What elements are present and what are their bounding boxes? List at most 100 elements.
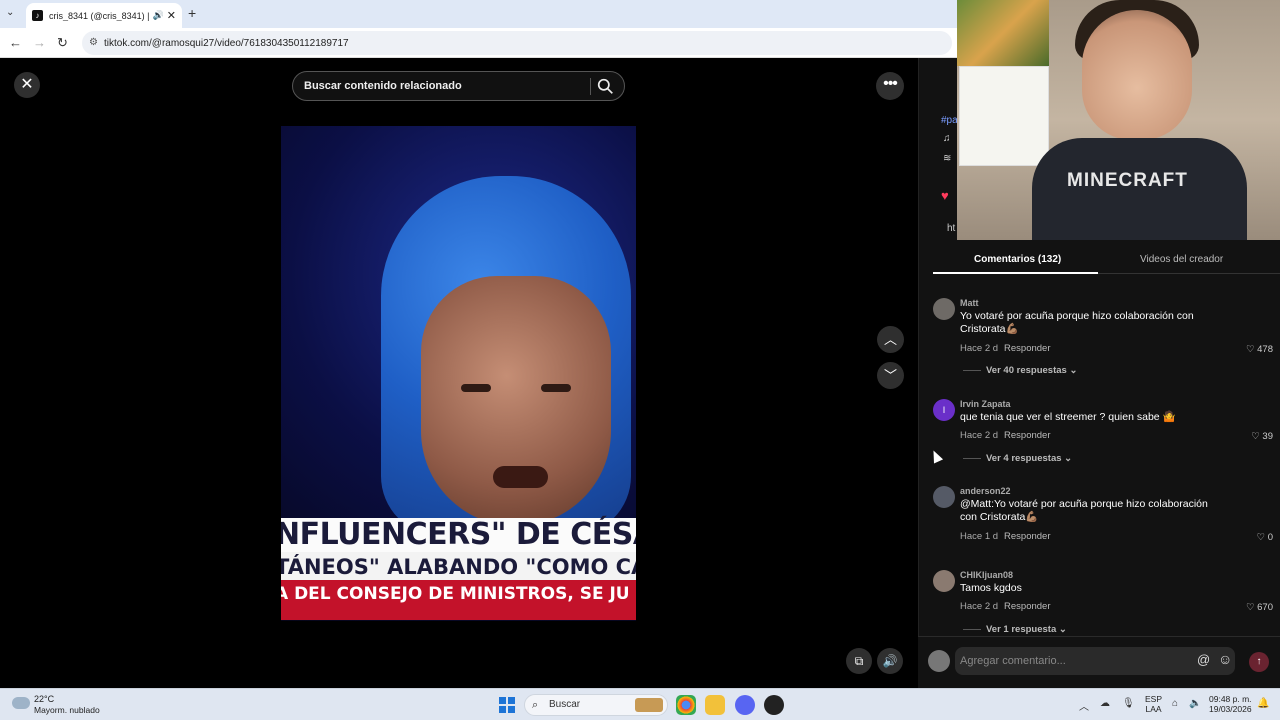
clock-date: 19/03/2026 — [1209, 704, 1252, 714]
heart-icon[interactable]: ♥ — [941, 188, 949, 203]
search-icon: ⌕ — [532, 699, 539, 711]
taskbar-search-label: Buscar — [549, 699, 581, 710]
like-count: 478 — [1257, 344, 1273, 355]
reply-button[interactable]: Responder — [1004, 430, 1050, 441]
comment-user[interactable]: anderson22 — [960, 486, 1011, 496]
avatar[interactable] — [933, 570, 955, 592]
back-icon[interactable]: ← — [9, 35, 22, 50]
next-video-icon[interactable]: ﹀ — [877, 362, 904, 389]
heart-outline-icon: ♡ — [1251, 431, 1260, 442]
url-field[interactable]: ⚙ tiktok.com/@ramosqui27/video/761830435… — [82, 31, 952, 55]
webcam-head — [1082, 10, 1192, 140]
search-divider — [590, 78, 591, 95]
tab-creator-videos[interactable]: Videos del creador — [1140, 254, 1223, 265]
discord-app-icon[interactable] — [735, 695, 755, 715]
avatar[interactable] — [933, 298, 955, 320]
tab-audio-icon[interactable]: 🔊 — [153, 10, 164, 21]
windows-taskbar: 22°C Mayorm. nublado ⌕ Buscar ︿ ☁ 🎙 ESP L… — [0, 688, 1280, 720]
comment-item: anderson22 @Matt:Yo votaré por acuña por… — [933, 486, 1273, 546]
mention-icon[interactable]: @ — [1197, 652, 1210, 667]
site-info-icon[interactable]: ⚙ — [89, 37, 98, 48]
hashtag-link[interactable]: #pa — [941, 115, 958, 126]
more-options-icon[interactable]: ••• — [876, 72, 904, 100]
like-button[interactable]: ♡ 478 — [1246, 344, 1273, 355]
close-icon[interactable]: ✕ — [14, 72, 40, 98]
weather-temperature[interactable]: 22°C — [34, 694, 54, 704]
notification-icon[interactable]: 🔔 — [1257, 698, 1269, 709]
taskbar-search[interactable]: ⌕ Buscar — [524, 694, 668, 716]
related-search-input[interactable]: Buscar contenido relacionado — [292, 71, 625, 101]
comment-user[interactable]: Matt — [960, 298, 979, 308]
file-explorer-icon[interactable] — [705, 695, 725, 715]
webcam-poster — [957, 0, 1049, 66]
view-replies-label: Ver 4 respuestas — [986, 453, 1062, 464]
avatar[interactable]: I — [933, 399, 955, 421]
reload-icon[interactable]: ↻ — [57, 35, 68, 51]
show-hidden-icons-icon[interactable]: ︿ — [1079, 698, 1089, 713]
url-text: tiktok.com/@ramosqui27/video/76183043501… — [104, 37, 349, 49]
forward-icon[interactable]: → — [33, 35, 46, 50]
search-icon[interactable] — [597, 78, 614, 95]
send-icon[interactable]: ↑ — [1249, 652, 1269, 672]
video-player[interactable]: NFLUENCERS" DE CÉSAR A TÁNEOS" ALABANDO … — [281, 126, 636, 688]
webcam-shirt-text: MINECRAFT — [1067, 170, 1188, 191]
comment-user[interactable]: CHIKIjuan08 — [960, 570, 1013, 580]
lang-line-1: ESP — [1145, 694, 1163, 704]
chevron-down-icon: ⌄ — [1058, 624, 1067, 635]
clock[interactable]: 09:48 p. m. 19/03/2026 — [1209, 694, 1252, 714]
comment-user[interactable]: Irvin Zapata — [960, 399, 1011, 409]
avatar[interactable] — [933, 486, 955, 508]
view-replies-button[interactable]: Ver 1 respuesta ⌄ — [963, 624, 1067, 635]
reply-button[interactable]: Responder — [1004, 601, 1050, 612]
network-app-icon[interactable]: ☁ — [1100, 698, 1110, 709]
weather-condition[interactable]: Mayorm. nublado — [34, 705, 100, 715]
speaker-icon[interactable]: 🔈 — [1189, 698, 1201, 709]
volume-icon[interactable]: 🔊 — [877, 648, 903, 674]
comment-item: I Irvin Zapata que tenia que ver el stre… — [933, 399, 1273, 469]
comment-input[interactable]: Agregar comentario... — [955, 647, 1235, 675]
link-partial[interactable]: ht — [947, 223, 955, 234]
new-tab-icon[interactable]: + — [188, 5, 196, 21]
video-caption-line-1: NFLUENCERS" DE CÉSAR A — [281, 517, 636, 552]
wifi-icon[interactable]: ⌂ — [1172, 698, 1178, 709]
chevron-down-icon: ⌄ — [1064, 453, 1073, 464]
comment-time: Hace 2 d — [960, 430, 999, 441]
related-search-placeholder: Buscar contenido relacionado — [304, 80, 462, 92]
webcam-calendar — [959, 66, 1049, 166]
comment-meta: Hace 1 d Responder — [960, 531, 1051, 542]
comment-text: Yo votaré por acuña porque hizo colabora… — [960, 310, 1194, 335]
replies-line — [963, 628, 981, 630]
chrome-app-icon[interactable] — [676, 695, 696, 715]
emoji-icon[interactable]: ☺ — [1218, 651, 1232, 667]
browser-tab[interactable]: ♪ cris_8341 (@cris_8341) | Tik 🔊 ✕ — [26, 3, 182, 28]
music-icon: ♫ — [943, 133, 951, 144]
weather-cloud-icon[interactable] — [12, 697, 30, 709]
view-replies-button[interactable]: Ver 4 respuestas ⌄ — [963, 453, 1072, 464]
reply-button[interactable]: Responder — [1004, 531, 1050, 542]
effect-icon: ≋ — [943, 153, 952, 164]
microphone-icon[interactable]: 🎙 — [1122, 698, 1135, 709]
like-count: 39 — [1262, 431, 1273, 442]
like-button[interactable]: ♡ 670 — [1246, 602, 1273, 613]
tab-comments[interactable]: Comentarios (132) — [974, 254, 1061, 265]
tiktok-favicon-icon: ♪ — [32, 10, 43, 21]
replies-line — [963, 369, 981, 371]
comment-time: Hace 2 d — [960, 601, 999, 612]
comment-time: Hace 1 d — [960, 531, 999, 542]
like-button[interactable]: ♡ 0 — [1257, 532, 1273, 543]
comment-text: que tenia que ver el streemer ? quien sa… — [960, 411, 1176, 423]
heart-outline-icon: ♡ — [1245, 344, 1255, 355]
video-caption-line-3: A DEL CONSEJO DE MINISTROS, SE JU — [281, 584, 630, 604]
view-replies-button[interactable]: Ver 40 respuestas ⌄ — [963, 365, 1077, 376]
comment-meta: Hace 2 d Responder — [960, 430, 1051, 441]
previous-video-icon[interactable]: ︿ — [877, 326, 904, 353]
app-icon[interactable] — [764, 695, 784, 715]
language-indicator[interactable]: ESP LAA — [1145, 694, 1162, 714]
like-button[interactable]: ♡ 39 — [1251, 431, 1273, 442]
chevron-down-icon: ⌄ — [1069, 365, 1078, 376]
picture-in-picture-icon[interactable]: ⧉ — [846, 648, 872, 674]
reply-button[interactable]: Responder — [1004, 343, 1050, 354]
tab-close-icon[interactable]: ✕ — [167, 9, 176, 22]
tab-list-icon[interactable]: ⌄ — [6, 7, 14, 18]
windows-start-icon[interactable] — [499, 697, 515, 713]
